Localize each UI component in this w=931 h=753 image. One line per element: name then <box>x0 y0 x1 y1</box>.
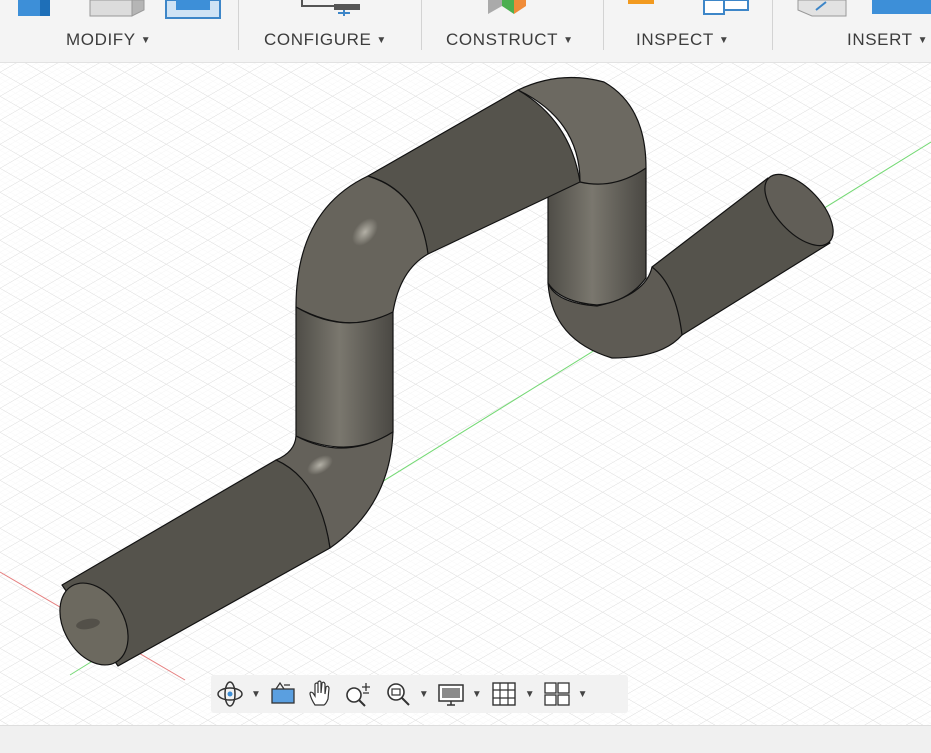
chevron-down-icon: ▼ <box>563 34 574 46</box>
box-icon[interactable] <box>88 0 148 20</box>
fit-zoom-button[interactable]: ▼ <box>383 678 429 710</box>
viewports-button[interactable]: ▼ <box>542 678 588 710</box>
chevron-down-icon: ▼ <box>140 34 152 46</box>
grid-snap-button[interactable]: ▼ <box>489 678 535 710</box>
viewports-icon <box>543 682 570 706</box>
toolbar-divider <box>603 0 604 50</box>
fit-zoom-icon <box>387 683 410 706</box>
insert-canvas-icon[interactable] <box>870 0 931 20</box>
chevron-down-icon[interactable]: ▼ <box>472 689 482 700</box>
insert-label: INSERT <box>847 30 913 49</box>
modify-menu[interactable]: MODIFY ▼ <box>66 30 151 50</box>
solid-modify-icon[interactable] <box>14 0 58 20</box>
toolbar: MODIFY ▼ CONFIGURE ▼ CONSTRUCT ▼ INSPECT… <box>0 0 931 63</box>
construct-label: CONSTRUCT <box>446 30 559 49</box>
chevron-down-icon[interactable]: ▼ <box>525 689 535 700</box>
configure-label: CONFIGURE <box>264 30 372 49</box>
display-settings-button[interactable]: ▼ <box>436 678 482 710</box>
modify-label: MODIFY <box>66 30 136 49</box>
insert-menu[interactable]: INSERT ▼ <box>847 30 928 50</box>
chevron-down-icon: ▼ <box>718 34 730 46</box>
toolbar-divider <box>238 0 239 50</box>
zoom-icon <box>346 683 370 707</box>
parameters-icon[interactable] <box>300 0 366 20</box>
pan-button[interactable] <box>305 678 335 710</box>
shell-icon[interactable] <box>164 0 224 20</box>
chevron-down-icon: ▼ <box>917 34 929 46</box>
toolbar-divider <box>772 0 773 50</box>
chevron-down-icon: ▼ <box>376 34 387 46</box>
zoom-button[interactable] <box>342 678 376 710</box>
navigation-bar: ▼ ▼ ▼ ▼ ▼ <box>211 675 628 713</box>
chevron-down-icon[interactable]: ▼ <box>578 689 588 700</box>
display-settings-icon <box>438 684 464 706</box>
inspect-label: INSPECT <box>636 30 714 49</box>
look-at-icon <box>271 681 295 704</box>
grid-snap-icon <box>492 682 516 706</box>
orbit-icon <box>217 681 243 707</box>
insert-derive-icon[interactable] <box>796 0 852 20</box>
construct-menu[interactable]: CONSTRUCT ▼ <box>446 30 574 50</box>
measure-icon[interactable] <box>626 0 660 10</box>
model-canvas[interactable] <box>0 63 931 725</box>
chevron-down-icon[interactable]: ▼ <box>251 689 261 700</box>
pan-icon <box>309 680 330 706</box>
chevron-down-icon[interactable]: ▼ <box>419 689 429 700</box>
configure-menu[interactable]: CONFIGURE ▼ <box>264 30 387 50</box>
orbit-button[interactable]: ▼ <box>215 678 261 710</box>
look-at-button[interactable] <box>268 678 298 710</box>
interference-icon[interactable] <box>702 0 754 18</box>
plane-icon[interactable] <box>484 0 544 20</box>
canvas-viewport[interactable] <box>0 63 931 725</box>
inspect-menu[interactable]: INSPECT ▼ <box>636 30 729 50</box>
pipe-segment[interactable] <box>295 306 394 448</box>
toolbar-divider <box>421 0 422 50</box>
status-bar <box>0 725 931 753</box>
